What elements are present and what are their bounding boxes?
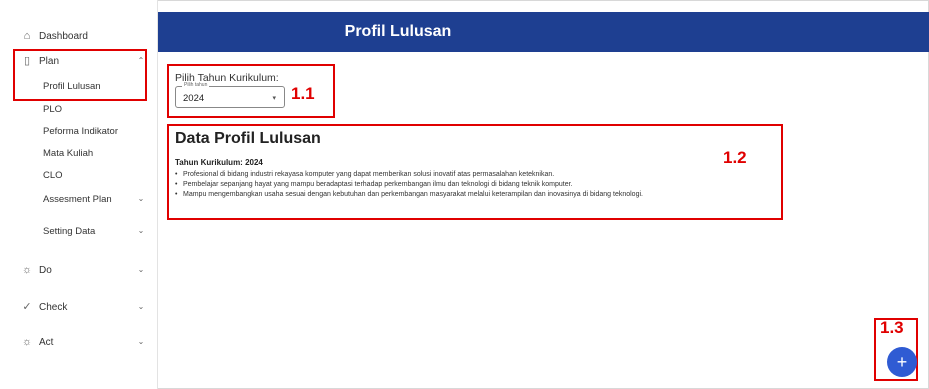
sidebar-item-setting-data[interactable]: Setting Data ⌄ — [0, 220, 158, 242]
sidebar-item-label: Setting Data — [43, 225, 96, 237]
chevron-down-icon: ⌄ — [137, 302, 145, 311]
lightbulb-icon: ☼ — [21, 264, 33, 276]
sidebar-item-act[interactable]: ☼ Act ⌄ — [0, 331, 158, 353]
add-button[interactable]: + — [887, 347, 917, 377]
sidebar-item-mata-kuliah[interactable]: Mata Kuliah — [0, 142, 158, 164]
chevron-down-icon: ⌄ — [137, 226, 145, 235]
check-icon: ✓ — [22, 301, 32, 313]
sidebar-item-check[interactable]: ✓ Check ⌄ — [0, 296, 158, 318]
sidebar-item-plo[interactable]: PLO — [0, 98, 158, 120]
chevron-down-icon: ⌄ — [137, 265, 145, 274]
sidebar-item-label: CLO — [43, 169, 63, 181]
annotation-label-1-3: 1.3 — [880, 318, 904, 337]
page-header: Profil Lulusan — [158, 12, 929, 52]
sidebar-item-assesment-plan[interactable]: Assesment Plan ⌄ — [0, 188, 158, 210]
sidebar-item-label: Do — [39, 264, 52, 276]
chevron-down-icon: ⌄ — [137, 194, 145, 203]
sidebar-item-label: Peforma Indikator — [43, 125, 118, 137]
home-icon: ⌂ — [23, 30, 31, 42]
sidebar-item-peforma-indikator[interactable]: Peforma Indikator — [0, 120, 158, 142]
chevron-down-icon: ⌄ — [137, 337, 145, 346]
sidebar-item-label: Dashboard — [39, 30, 88, 42]
annotation-label-1-2: 1.2 — [723, 148, 747, 167]
sidebar-item-label: PLO — [43, 103, 63, 115]
sidebar-item-label: Check — [39, 301, 68, 313]
annotation-label-1-1: 1.1 — [291, 84, 315, 103]
lightbulb-icon: ☼ — [21, 336, 33, 348]
sidebar-item-dashboard[interactable]: ⌂ Dashboard — [0, 25, 158, 47]
annotation-box-1-2 — [167, 124, 783, 220]
sidebar-item-clo[interactable]: CLO — [0, 164, 158, 186]
page-title: Profil Lulusan — [344, 23, 452, 40]
sidebar-item-label: Act — [39, 336, 54, 348]
sidebar-item-label: Assesment Plan — [43, 193, 112, 205]
sidebar-item-label: Mata Kuliah — [43, 147, 94, 159]
sidebar-item-do[interactable]: ☼ Do ⌄ — [0, 259, 158, 281]
annotation-box-sidebar — [13, 49, 147, 101]
